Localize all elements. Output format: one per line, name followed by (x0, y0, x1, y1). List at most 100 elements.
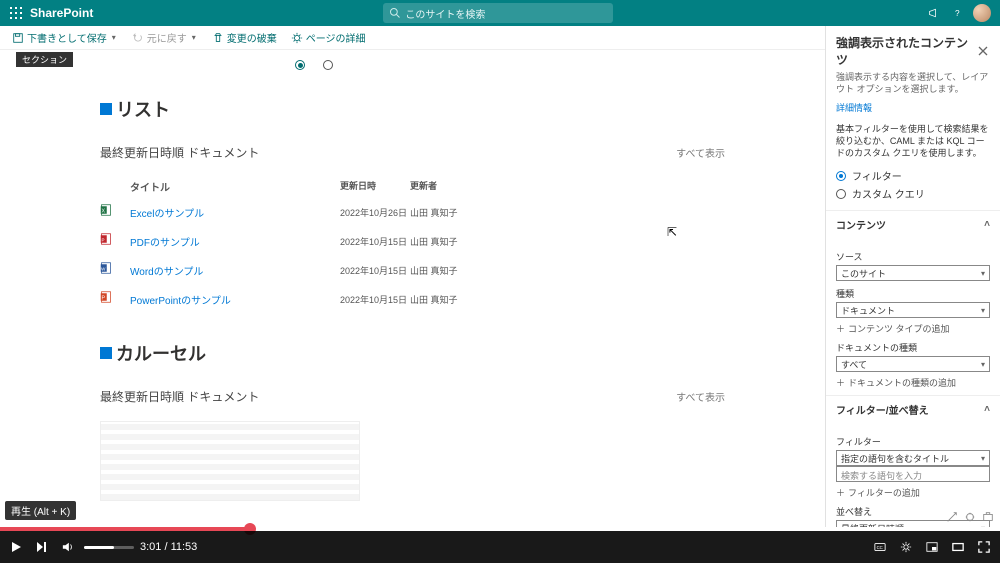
page-canvas: リスト 最終更新日時順 ドキュメント すべて表示 タイトル 更新日時 更新者 X… (0, 50, 825, 527)
page-details-button[interactable]: ページの詳細 (287, 28, 370, 47)
help-icon[interactable]: ? (946, 1, 970, 25)
label-doc-kind: ドキュメントの種類 (836, 341, 990, 354)
add-content-type[interactable]: ＋コンテンツ タイプの追加 (836, 322, 990, 335)
detail-info-link[interactable]: 詳細情報 (826, 95, 1000, 120)
search-icon (389, 7, 401, 19)
pane-footer-icon-3[interactable] (982, 511, 994, 523)
col-user: 更新者 (410, 179, 490, 194)
fullscreen-button[interactable] (974, 537, 994, 557)
table-row[interactable]: W Wordのサンプル 2022年10月15日 山田 真知子 (100, 256, 725, 285)
type-select[interactable]: ドキュメント▾ (836, 302, 990, 318)
heading-carousel: カルーセル (100, 340, 725, 366)
chevron-down-icon[interactable]: ▾ (110, 33, 118, 42)
property-pane: 強調表示されたコンテンツ 強調表示する内容を選択して、レイアウト オプションを選… (825, 26, 1000, 527)
filter-intro-text: 基本フィルターを使用して検索結果を絞り込むか、CAML または KQL コードの… (826, 124, 1000, 159)
plus-icon: ＋ (836, 376, 845, 389)
close-icon[interactable] (976, 44, 990, 58)
row-user: 山田 真知子 (410, 293, 490, 306)
chevron-down-icon[interactable]: ▾ (190, 33, 198, 42)
svg-text:P: P (102, 237, 105, 242)
save-draft-button[interactable]: 下書きとして保存 ▾ (8, 28, 122, 47)
svg-text:CC: CC (877, 545, 883, 550)
miniplayer-button[interactable] (922, 537, 942, 557)
plus-icon: ＋ (836, 322, 845, 335)
show-all-link[interactable]: すべて表示 (676, 145, 725, 160)
radio-dot-icon (836, 171, 846, 181)
svg-text:?: ? (955, 9, 960, 18)
row-user: 山田 真知子 (410, 235, 490, 248)
add-doc-kind[interactable]: ＋ドキュメントの種類の追加 (836, 376, 990, 389)
video-time: 3:01 / 11:53 (140, 541, 197, 553)
volume-slider[interactable] (84, 546, 134, 549)
radio-filter[interactable]: フィルター (836, 168, 990, 183)
row-title[interactable]: Wordのサンプル (130, 263, 340, 278)
carousel-thumbnail[interactable] (100, 421, 360, 501)
pane-title: 強調表示されたコンテンツ (836, 34, 976, 68)
settings-button[interactable] (896, 537, 916, 557)
undo-button[interactable]: 元に戻す ▾ (128, 28, 202, 47)
chevron-up-icon: ˄ (984, 219, 990, 230)
app-title: SharePoint (30, 6, 93, 20)
section-content-header[interactable]: コンテンツ ˄ (826, 210, 1000, 238)
row-title[interactable]: PowerPointのサンプル (130, 292, 340, 307)
user-avatar[interactable] (970, 1, 994, 25)
next-button[interactable] (32, 537, 52, 557)
label-type: 種類 (836, 287, 990, 300)
theater-button[interactable] (948, 537, 968, 557)
row-date: 2022年10月15日 (340, 293, 410, 306)
webpart-title-2: 最終更新日時順 ドキュメント すべて表示 (100, 388, 725, 405)
search-placeholder: このサイトを検索 (405, 6, 485, 21)
row-date: 2022年10月15日 (340, 264, 410, 277)
col-title: タイトル (130, 179, 340, 194)
table-row[interactable]: X Excelのサンプル 2022年10月26日 山田 真知子 (100, 198, 725, 227)
search-input[interactable]: このサイトを検索 (383, 3, 613, 23)
gear-icon (291, 32, 303, 44)
powerpoint-icon: P (100, 291, 112, 305)
webpart-title: 最終更新日時順 ドキュメント すべて表示 (100, 144, 725, 161)
chevron-down-icon: ▾ (981, 269, 985, 278)
row-date: 2022年10月26日 (340, 206, 410, 219)
table-row[interactable]: P PowerPointのサンプル 2022年10月15日 山田 真知子 (100, 285, 725, 314)
layout-radio-row (295, 60, 725, 70)
svg-text:W: W (101, 266, 106, 271)
play-tooltip: 再生 (Alt + K) (5, 501, 76, 520)
doc-kind-select[interactable]: すべて▾ (836, 356, 990, 372)
filter-term-input[interactable]: 検索する語句を入力 (836, 466, 990, 482)
chevron-up-icon: ˄ (984, 404, 990, 415)
chevron-down-icon: ▾ (981, 454, 985, 463)
table-header: タイトル 更新日時 更新者 (100, 175, 725, 198)
app-header: SharePoint このサイトを検索 ? (0, 0, 1000, 26)
source-select[interactable]: このサイト▾ (836, 265, 990, 281)
row-date: 2022年10月15日 (340, 235, 410, 248)
excel-icon: X (100, 204, 112, 218)
app-launcher-icon[interactable] (6, 3, 26, 23)
svg-text:P: P (102, 295, 106, 301)
section-filter-sort-header[interactable]: フィルター/並べ替え ˄ (826, 395, 1000, 423)
show-all-link-2[interactable]: すべて表示 (676, 389, 725, 404)
row-title[interactable]: Excelのサンプル (130, 205, 340, 220)
label-filter: フィルター (836, 435, 990, 448)
filter-select[interactable]: 指定の語句を含むタイトル▾ (836, 450, 990, 466)
document-table: タイトル 更新日時 更新者 X Excelのサンプル 2022年10月26日 山… (100, 175, 725, 314)
radio-custom-query[interactable]: カスタム クエリ (836, 186, 990, 201)
play-button[interactable] (6, 537, 26, 557)
row-user: 山田 真知子 (410, 206, 490, 219)
layout-option-1[interactable] (295, 60, 305, 70)
col-date: 更新日時 (340, 179, 410, 194)
pdf-icon: P (100, 233, 112, 247)
layout-option-2[interactable] (323, 60, 333, 70)
volume-icon[interactable] (58, 537, 78, 557)
radio-dot-icon (836, 189, 846, 199)
captions-button[interactable]: CC (870, 537, 890, 557)
row-title[interactable]: PDFのサンプル (130, 234, 340, 249)
discard-changes-button[interactable]: 変更の破棄 (208, 28, 281, 47)
plus-icon: ＋ (836, 486, 845, 499)
pane-footer-icon-2[interactable] (964, 511, 976, 523)
add-filter[interactable]: ＋フィルターの追加 (836, 486, 990, 499)
label-source: ソース (836, 250, 990, 263)
heading-list: リスト (100, 96, 725, 122)
megaphone-icon[interactable] (922, 1, 946, 25)
pane-footer-icon-1[interactable] (946, 511, 958, 523)
table-row[interactable]: P PDFのサンプル 2022年10月15日 山田 真知子 (100, 227, 725, 256)
pane-description: 強調表示する内容を選択して、レイアウト オプションを選択します。 (826, 72, 1000, 95)
